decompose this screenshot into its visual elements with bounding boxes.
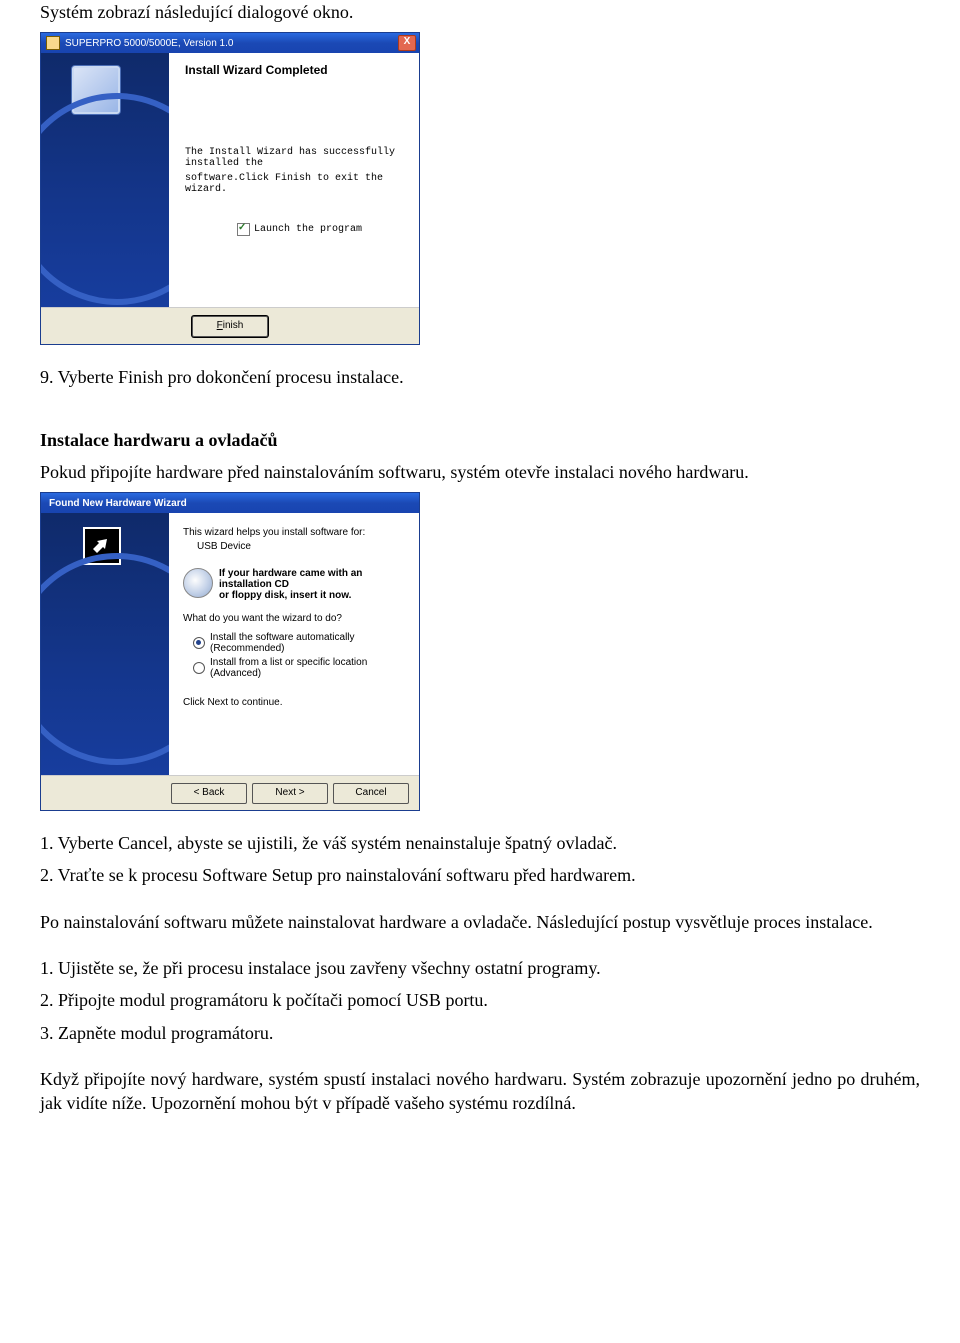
radio-list[interactable]: [193, 662, 205, 674]
wizard-text-line2: software.Click Finish to exit the wizard…: [185, 173, 403, 195]
wizard-side-graphic: [41, 513, 169, 775]
numbered-1: 1. Vyberte Cancel, abyste se ujistili, ž…: [40, 831, 920, 855]
window-title: Found New Hardware Wizard: [46, 498, 416, 509]
num2-3: 3. Zapněte modul programátoru.: [40, 1021, 920, 1045]
continue-text: Click Next to continue.: [183, 697, 405, 708]
radio-list-label: Install from a list or specific location…: [210, 657, 405, 679]
usb-device-icon: [83, 527, 121, 565]
section-intro: Pokud připojíte hardware před nainstalov…: [40, 460, 920, 484]
final-paragraph: Když připojíte nový hardware, systém spu…: [40, 1067, 920, 1116]
num2-1: 1. Ujistěte se, že při procesu instalace…: [40, 956, 920, 980]
info-line2: or floppy disk, insert it now.: [219, 590, 405, 601]
wizard-heading: Install Wizard Completed: [185, 63, 403, 77]
hardware-wizard-dialog: Found New Hardware Wizard This wizard he…: [40, 492, 420, 811]
wizard-text-line1: The Install Wizard has successfully inst…: [185, 147, 403, 169]
radio-auto[interactable]: [193, 637, 205, 649]
window-title: SUPERPRO 5000/5000E, Version 1.0: [65, 38, 398, 49]
cancel-button[interactable]: Cancel: [333, 783, 409, 804]
num2-2: 2. Připojte modul programátoru k počítač…: [40, 988, 920, 1012]
install-wizard-dialog: SUPERPRO 5000/5000E, Version 1.0 X Insta…: [40, 32, 420, 345]
titlebar: Found New Hardware Wizard: [41, 493, 419, 513]
info-line1: If your hardware came with an installati…: [219, 568, 405, 590]
launch-checkbox[interactable]: [237, 223, 250, 236]
box-icon: [71, 65, 121, 115]
paragraph-2: Po nainstalování softwaru můžete nainsta…: [40, 910, 920, 934]
next-button[interactable]: Next >: [252, 783, 328, 804]
cd-icon: [183, 568, 213, 598]
close-icon[interactable]: X: [398, 35, 416, 51]
wizard-subtitle: This wizard helps you install software f…: [183, 527, 405, 538]
wizard-question: What do you want the wizard to do?: [183, 613, 405, 624]
back-button[interactable]: < Back: [171, 783, 247, 804]
launch-label: Launch the program: [254, 224, 362, 235]
finish-button[interactable]: Finish: [192, 316, 268, 337]
wizard-side-graphic: [41, 53, 169, 307]
section-title: Instalace hardwaru a ovladačů: [40, 428, 920, 452]
titlebar: SUPERPRO 5000/5000E, Version 1.0 X: [41, 33, 419, 53]
radio-auto-label: Install the software automatically (Reco…: [210, 632, 405, 654]
step-9-text: 9. Vyberte Finish pro dokončení procesu …: [40, 365, 920, 389]
numbered-2: 2. Vraťte se k procesu Software Setup pr…: [40, 863, 920, 887]
app-icon: [46, 36, 60, 50]
device-name: USB Device: [197, 541, 405, 552]
intro-text: Systém zobrazí následující dialogové okn…: [40, 0, 920, 24]
